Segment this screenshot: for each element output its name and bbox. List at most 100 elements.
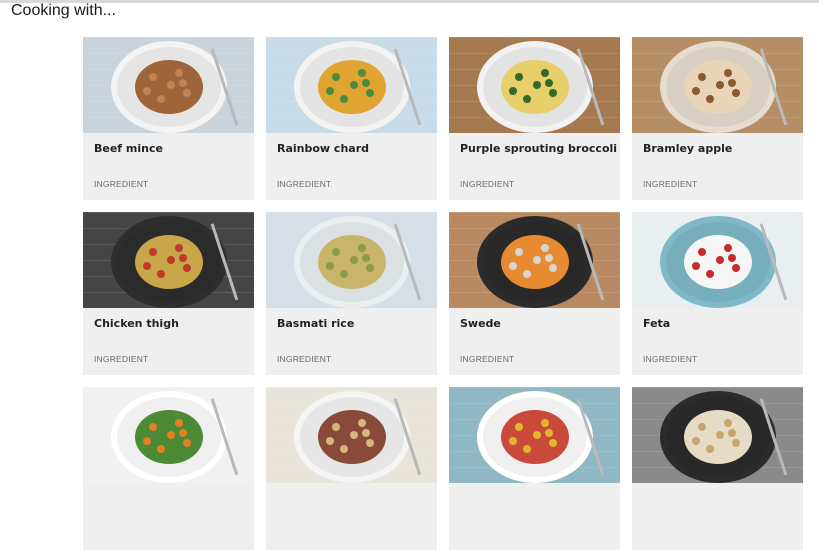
- food-garnish: [340, 445, 348, 453]
- food-garnish: [549, 264, 557, 272]
- ingredient-card[interactable]: [632, 387, 803, 550]
- page-heading: Cooking with...: [11, 2, 116, 19]
- rainbow-chard-risotto-image[interactable]: [266, 37, 437, 133]
- roast-lamb-image[interactable]: [266, 387, 437, 483]
- card-title[interactable]: Rainbow chard: [277, 142, 369, 155]
- ingredient-card[interactable]: [449, 387, 620, 550]
- food-garnish: [350, 256, 358, 264]
- food-garnish: [366, 264, 374, 272]
- card-type-label: INGREDIENT: [94, 354, 149, 364]
- food-garnish: [698, 248, 706, 256]
- food-garnish: [724, 244, 732, 252]
- apple-strudel-image[interactable]: [632, 37, 803, 133]
- food-garnish: [509, 437, 517, 445]
- food-garnish: [175, 244, 183, 252]
- broccoli-pasta-image[interactable]: [449, 37, 620, 133]
- ingredient-card[interactable]: [83, 387, 254, 550]
- food-garnish: [724, 419, 732, 427]
- ingredient-card[interactable]: Swede INGREDIENT: [449, 212, 620, 375]
- ingredient-card[interactable]: Rainbow chard INGREDIENT: [266, 37, 437, 200]
- chicken-traybake-image[interactable]: [83, 212, 254, 308]
- food-garnish: [183, 439, 191, 447]
- food-garnish: [340, 270, 348, 278]
- food-garnish: [358, 419, 366, 427]
- feta-salad-image-graphic: [632, 212, 803, 308]
- card-type-label: INGREDIENT: [460, 179, 515, 189]
- ingredient-card[interactable]: Chicken thigh INGREDIENT: [83, 212, 254, 375]
- feta-salad-image[interactable]: [632, 212, 803, 308]
- food-garnish: [724, 69, 732, 77]
- card-title[interactable]: Beef mince: [94, 142, 163, 155]
- card-type-label: INGREDIENT: [643, 179, 698, 189]
- ingredient-card[interactable]: Bramley apple INGREDIENT: [632, 37, 803, 200]
- ingredient-card[interactable]: Beef mince INGREDIENT: [83, 37, 254, 200]
- photo-texture-line: [632, 387, 803, 388]
- food-garnish: [326, 437, 334, 445]
- photo-texture-line: [83, 37, 254, 38]
- ingredient-card[interactable]: Purple sprouting broccoli INGREDIENT: [449, 37, 620, 200]
- food-garnish: [732, 264, 740, 272]
- food-garnish: [157, 270, 165, 278]
- food-garnish: [149, 248, 157, 256]
- food-garnish: [175, 69, 183, 77]
- food-garnish: [179, 254, 187, 262]
- food-garnish: [728, 429, 736, 437]
- card-title[interactable]: Swede: [460, 317, 501, 330]
- food-garnish: [149, 73, 157, 81]
- creamy-pan-image-graphic: [632, 387, 803, 483]
- food-garnish: [332, 73, 340, 81]
- food-garnish: [533, 431, 541, 439]
- swede-mash-image[interactable]: [449, 212, 620, 308]
- card-title[interactable]: Feta: [643, 317, 670, 330]
- ingredient-card[interactable]: Feta INGREDIENT: [632, 212, 803, 375]
- food-garnish: [523, 445, 531, 453]
- food-garnish: [533, 81, 541, 89]
- food-garnish: [698, 423, 706, 431]
- food-garnish: [728, 254, 736, 262]
- chicken-traybake-image-graphic: [83, 212, 254, 308]
- food-garnish: [332, 423, 340, 431]
- food-garnish: [541, 244, 549, 252]
- beef-mince-pasta-image[interactable]: [83, 37, 254, 133]
- ingredient-card[interactable]: Basmati rice INGREDIENT: [266, 212, 437, 375]
- basmati-rice-image[interactable]: [266, 212, 437, 308]
- photo-texture-line: [83, 212, 254, 213]
- food-garnish: [366, 89, 374, 97]
- food-garnish: [706, 95, 714, 103]
- ingredient-card[interactable]: [266, 387, 437, 550]
- card-title[interactable]: Basmati rice: [277, 317, 354, 330]
- card-type-label: INGREDIENT: [643, 354, 698, 364]
- food-garnish: [350, 431, 358, 439]
- food-garnish: [326, 262, 334, 270]
- food-garnish: [143, 437, 151, 445]
- roast-lamb-image-graphic: [266, 387, 437, 483]
- grain-salad-image[interactable]: [83, 387, 254, 483]
- grain-salad-image-graphic: [83, 387, 254, 483]
- food-garnish: [332, 248, 340, 256]
- photo-texture-line: [449, 37, 620, 38]
- photo-texture-line: [449, 212, 620, 213]
- food-garnish: [366, 439, 374, 447]
- pasta-salad-image[interactable]: [449, 387, 620, 483]
- swede-mash-image-graphic: [449, 212, 620, 308]
- food-garnish: [698, 73, 706, 81]
- food-garnish: [143, 87, 151, 95]
- food-garnish: [706, 445, 714, 453]
- food-garnish: [167, 81, 175, 89]
- photo-texture-line: [83, 387, 254, 388]
- food-garnish: [515, 423, 523, 431]
- card-title[interactable]: Chicken thigh: [94, 317, 179, 330]
- creamy-pan-image[interactable]: [632, 387, 803, 483]
- food-garnish: [157, 445, 165, 453]
- food-garnish: [732, 439, 740, 447]
- basmati-rice-image-graphic: [266, 212, 437, 308]
- card-title[interactable]: Bramley apple: [643, 142, 732, 155]
- food-garnish: [545, 429, 553, 437]
- food-garnish: [175, 419, 183, 427]
- food-garnish: [533, 256, 541, 264]
- broccoli-pasta-image-graphic: [449, 37, 620, 133]
- card-type-label: INGREDIENT: [94, 179, 149, 189]
- food-garnish: [167, 431, 175, 439]
- card-title[interactable]: Purple sprouting broccoli: [460, 142, 617, 155]
- top-border: [0, 0, 819, 3]
